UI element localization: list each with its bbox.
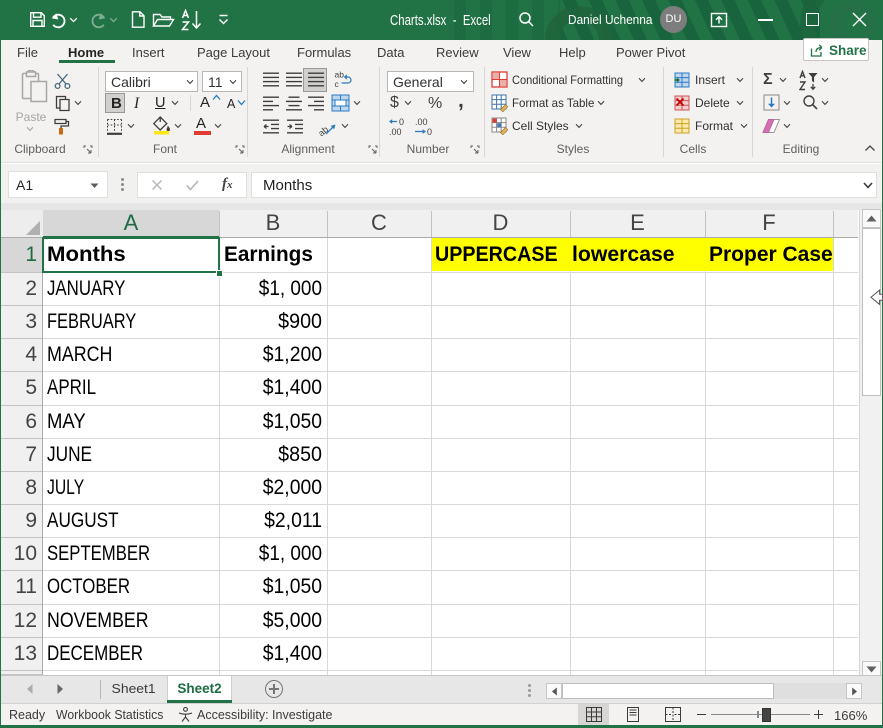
svg-text:ab: ab [318,124,330,137]
svg-text:c: c [335,79,340,89]
svg-text:0: 0 [427,127,432,136]
svg-text:.00: .00 [389,127,402,136]
svg-text:.00: .00 [415,117,428,127]
svg-text:0: 0 [399,117,404,127]
